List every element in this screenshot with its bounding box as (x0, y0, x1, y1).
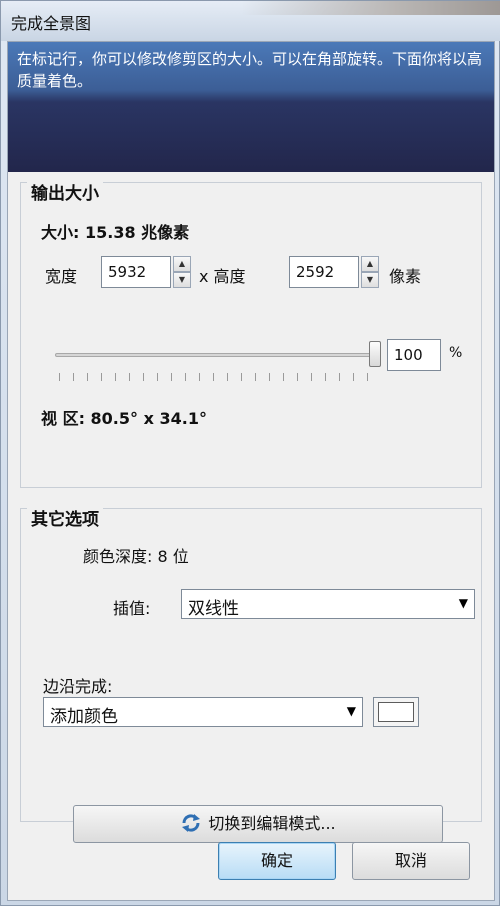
color-swatch (378, 702, 414, 722)
output-size-group: 输出大小 大小: 15.38 兆像素 宽度 5932 ▲ ▼ x 高度 2592… (20, 179, 482, 488)
window-title: 完成全景图 (11, 14, 92, 33)
fov-readout: 视 区: 80.5° x 34.1° (41, 409, 207, 428)
unit-label: 像素 (389, 267, 422, 286)
height-input[interactable]: 2592 (289, 256, 359, 288)
title-bar[interactable]: 完成全景图 (1, 1, 500, 41)
dialog-window: 完成全景图 在标记行，你可以修改修剪区的大小。可以在角部旋转。下面你将以高质量着… (0, 0, 500, 906)
other-options-group: 其它选项 颜色深度: 8 位 插值: 双线性 ▼ 边沿完成: 添加颜色 ▼ 切换… (20, 505, 482, 843)
spin-up-icon[interactable]: ▲ (173, 256, 191, 272)
titlebar-decoration (241, 1, 500, 15)
banner-text: 在标记行，你可以修改修剪区的大小。可以在角部旋转。下面你将以高质量着色。 (17, 50, 483, 90)
height-spinner[interactable]: ▲ ▼ (361, 256, 379, 288)
edge-select[interactable]: 添加颜色 ▼ (43, 697, 363, 727)
dialog-client: 在标记行，你可以修改修剪区的大小。可以在角部旋转。下面你将以高质量着色。 输出大… (7, 41, 495, 901)
size-readout: 大小: 15.38 兆像素 (41, 223, 190, 242)
refresh-arrows-icon (182, 814, 201, 832)
interp-label: 插值: (113, 599, 151, 618)
slider-ticks (59, 373, 371, 381)
height-label: x 高度 (199, 267, 246, 286)
switch-edit-mode-label: 切换到编辑模式... (208, 814, 336, 833)
other-options-title: 其它选项 (27, 505, 103, 530)
interp-value: 双线性 (188, 599, 239, 619)
width-label: 宽度 (45, 267, 78, 286)
spin-down-icon[interactable]: ▼ (361, 272, 379, 288)
edge-label: 边沿完成: (43, 677, 113, 696)
spin-down-icon[interactable]: ▼ (173, 272, 191, 288)
edge-color-button[interactable] (373, 697, 419, 727)
scale-slider-thumb[interactable] (369, 341, 381, 367)
info-banner: 在标记行，你可以修改修剪区的大小。可以在角部旋转。下面你将以高质量着色。 (8, 42, 494, 172)
cancel-button[interactable]: 取消 (352, 842, 470, 880)
interp-select[interactable]: 双线性 ▼ (181, 589, 475, 619)
ok-button[interactable]: 确定 (218, 842, 336, 880)
output-size-title: 输出大小 (27, 179, 103, 204)
edge-value: 添加颜色 (50, 707, 118, 727)
scale-input[interactable]: 100 (387, 339, 441, 371)
chevron-down-icon[interactable]: ▼ (347, 704, 356, 718)
color-depth-label: 颜色深度: 8 位 (83, 547, 189, 566)
width-input[interactable]: 5932 (101, 256, 171, 288)
switch-edit-mode-button[interactable]: 切换到编辑模式... (73, 805, 443, 843)
spin-up-icon[interactable]: ▲ (361, 256, 379, 272)
chevron-down-icon[interactable]: ▼ (459, 596, 468, 610)
width-spinner[interactable]: ▲ ▼ (173, 256, 191, 288)
percent-label: % (449, 345, 463, 361)
scale-slider-track[interactable] (55, 353, 373, 357)
